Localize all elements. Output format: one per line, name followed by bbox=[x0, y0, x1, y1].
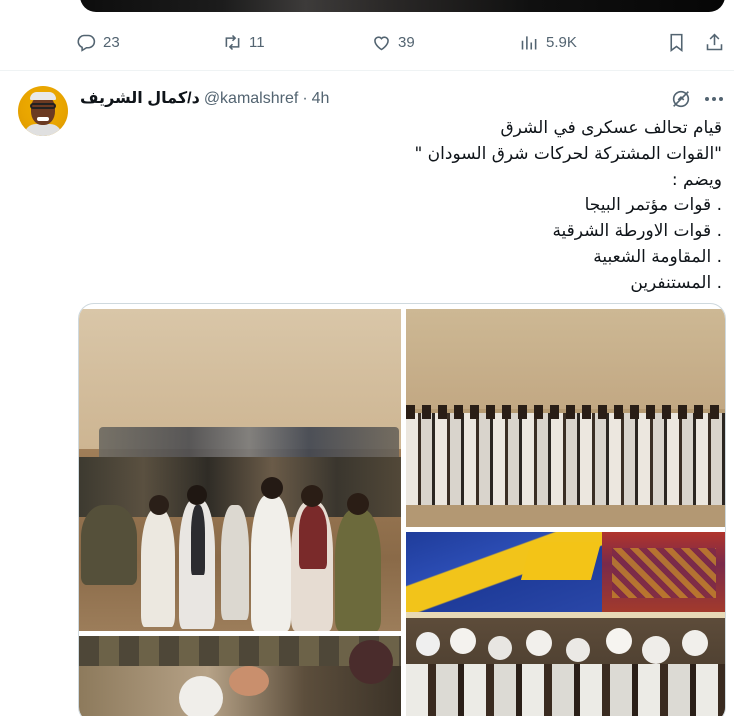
photo-armed-men-right[interactable] bbox=[406, 309, 725, 527]
tweet-line: . المقاومة الشعبية bbox=[593, 246, 722, 267]
user-handle[interactable]: @kamalshref bbox=[204, 90, 299, 108]
tweet-line: قيام تحالف عسكرى في الشرق bbox=[500, 118, 722, 138]
tweet-line: "القوات المشتركة لحركات شرق السودان " bbox=[414, 143, 722, 164]
grok-icon[interactable] bbox=[670, 88, 692, 110]
views-count: 5.9K bbox=[546, 33, 577, 51]
tweet-line: . قوات الاورطة الشرقية bbox=[552, 221, 722, 242]
reply-count: 23 bbox=[103, 33, 120, 51]
separator-dot: · bbox=[302, 90, 308, 107]
tweet-line: . قوات مؤتمر البيجا bbox=[584, 195, 722, 216]
photo-tent-gathering[interactable] bbox=[79, 636, 401, 716]
bookmark-icon bbox=[670, 33, 683, 52]
retweet-count: 11 bbox=[249, 33, 265, 51]
tweet-header: د/كمال الشريف @kamalshref · 4h bbox=[80, 88, 329, 108]
tweet-line: ويضم : bbox=[671, 169, 722, 190]
tweet-text: قيام تحالف عسكرى في الشرق "القوات المشتر… bbox=[102, 116, 722, 297]
retweet-button[interactable]: 11 bbox=[222, 28, 265, 56]
media-grid bbox=[78, 303, 726, 716]
photo-flags-crowd[interactable] bbox=[406, 532, 725, 716]
views-icon bbox=[521, 35, 537, 49]
avatar[interactable] bbox=[18, 86, 68, 136]
like-count: 39 bbox=[398, 33, 415, 51]
photo-crowd-left[interactable] bbox=[79, 309, 401, 631]
bookmark-button[interactable] bbox=[666, 28, 687, 56]
share-icon bbox=[706, 33, 723, 50]
reply-icon bbox=[77, 34, 96, 52]
heart-icon bbox=[374, 35, 389, 50]
display-name[interactable]: د/كمال الشريف bbox=[80, 88, 200, 108]
like-button[interactable]: 39 bbox=[371, 28, 415, 56]
views-button[interactable]: 5.9K bbox=[519, 28, 577, 56]
share-button[interactable] bbox=[704, 28, 725, 56]
tweet-divider bbox=[0, 70, 734, 71]
tweet-time[interactable]: 4h bbox=[312, 90, 330, 108]
more-icon[interactable] bbox=[703, 88, 725, 110]
retweet-icon bbox=[225, 34, 240, 50]
tweet-action-bar: 23 11 39 5.9K bbox=[76, 28, 728, 56]
reply-button[interactable]: 23 bbox=[76, 28, 120, 56]
previous-tweet-media[interactable] bbox=[80, 0, 725, 12]
tweet-line: . المستنفرين bbox=[630, 272, 722, 293]
